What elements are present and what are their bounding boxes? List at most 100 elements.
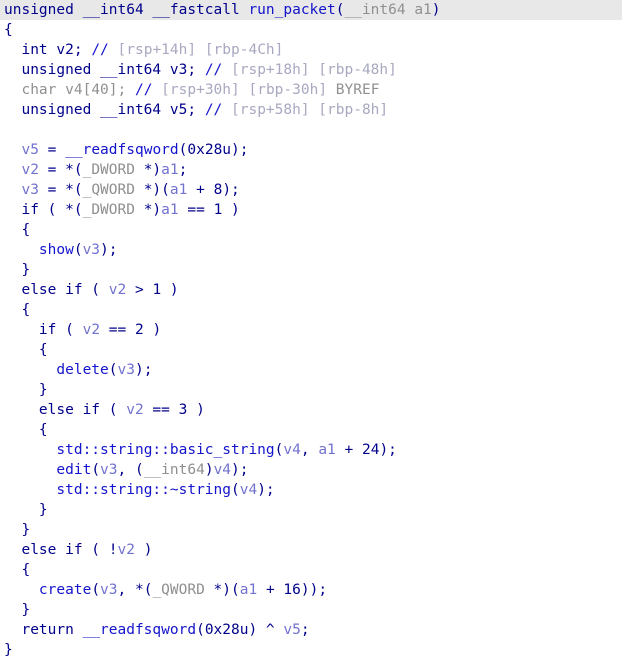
token-var[interactable]: v2 bbox=[126, 402, 143, 418]
token-var[interactable]: v5 bbox=[21, 142, 38, 158]
code-line[interactable]: if ( v2 == 2 ) bbox=[0, 320, 622, 340]
token-fn[interactable]: // bbox=[205, 62, 222, 78]
token-cmt: [rsp+58h] [rbp-8h] bbox=[222, 102, 389, 118]
token-var[interactable]: v2 bbox=[109, 282, 126, 298]
code-line[interactable]: std::string::~string(v4); bbox=[0, 480, 622, 500]
code-line[interactable]: int v2; // [rsp+14h] [rbp-4Ch] bbox=[0, 40, 622, 60]
code-line[interactable]: v5 = __readfsqword(0x28u); bbox=[0, 140, 622, 160]
token-var[interactable]: v5 bbox=[283, 622, 300, 638]
token-num: 1 bbox=[213, 202, 223, 218]
token-fn[interactable]: // bbox=[91, 42, 108, 58]
token-fn[interactable]: __readfsqword bbox=[65, 142, 179, 158]
token-fn[interactable]: edit bbox=[56, 462, 91, 478]
code-line[interactable]: } bbox=[0, 640, 622, 660]
code-line[interactable]: { bbox=[0, 20, 622, 40]
token-fn[interactable]: run_packet bbox=[248, 2, 335, 18]
token-punc: { bbox=[21, 562, 31, 578]
token-var[interactable]: v2 bbox=[118, 542, 135, 558]
code-line[interactable]: else if ( !v2 ) bbox=[0, 540, 622, 560]
code-line[interactable]: v3 = *(_QWORD *)(a1 + 8); bbox=[0, 180, 622, 200]
token-var[interactable]: v2 bbox=[83, 322, 100, 338]
token-var[interactable]: a1 bbox=[318, 442, 335, 458]
token-fn[interactable]: // bbox=[205, 102, 222, 118]
code-line[interactable]: delete(v3); bbox=[0, 360, 622, 380]
token-num: 0x28u bbox=[204, 622, 249, 638]
code-line[interactable]: v2 = *(_DWORD *)a1; bbox=[0, 160, 622, 180]
token-var[interactable]: v3 bbox=[21, 182, 38, 198]
token-punc: ); bbox=[231, 462, 249, 478]
token-punc: , bbox=[300, 442, 319, 458]
code-line[interactable]: create(v3, *(_QWORD *)(a1 + 16)); bbox=[0, 580, 622, 600]
code-line[interactable]: { bbox=[0, 420, 622, 440]
token-var[interactable]: v3 bbox=[83, 242, 100, 258]
token-punc: ( bbox=[100, 402, 127, 418]
token-var[interactable]: a1 bbox=[240, 582, 257, 598]
token-punc: ) bbox=[222, 202, 240, 218]
token-punc: + bbox=[257, 582, 284, 598]
token-punc: ); bbox=[257, 482, 275, 498]
token-kw: if bbox=[21, 202, 39, 218]
code-line[interactable]: } bbox=[0, 500, 622, 520]
code-line[interactable]: } bbox=[0, 520, 622, 540]
token-punc: ( bbox=[82, 282, 109, 298]
token-var[interactable]: a1 bbox=[161, 162, 178, 178]
token-punc: ; bbox=[178, 162, 188, 178]
token-type: _QWORD bbox=[82, 182, 144, 198]
code-line[interactable]: show(v3); bbox=[0, 240, 622, 260]
token-fn[interactable]: __readfsqword bbox=[83, 622, 197, 638]
token-fn[interactable]: std::string::basic_string bbox=[56, 442, 274, 458]
token-var[interactable]: a1 bbox=[161, 202, 178, 218]
token-var[interactable]: v4 bbox=[214, 462, 231, 478]
code-line[interactable]: char v4[40]; // [rsp+30h] [rbp-30h] BYRE… bbox=[0, 80, 622, 100]
token-var[interactable]: v2 bbox=[21, 162, 38, 178]
code-line[interactable]: unsigned __int64 v3; // [rsp+18h] [rbp-4… bbox=[0, 60, 622, 80]
token-var[interactable]: v4 bbox=[283, 442, 300, 458]
code-line[interactable]: } bbox=[0, 380, 622, 400]
code-line[interactable] bbox=[0, 120, 622, 140]
token-kw: else if bbox=[38, 402, 101, 418]
token-var[interactable]: v4 bbox=[240, 482, 257, 498]
token-fn[interactable]: std::string::~string bbox=[56, 482, 231, 498]
code-line[interactable]: else if ( v2 == 3 ) bbox=[0, 400, 622, 420]
token-fn[interactable]: create bbox=[39, 582, 91, 598]
code-line[interactable]: { bbox=[0, 220, 622, 240]
token-punc: ); bbox=[379, 442, 397, 458]
token-cmt: [rsp+18h] [rbp-48h] bbox=[222, 62, 397, 78]
token-var[interactable]: v3 bbox=[100, 462, 117, 478]
pseudocode-view[interactable]: unsigned __int64 __fastcall run_packet(_… bbox=[0, 0, 622, 665]
code-line[interactable]: } bbox=[0, 600, 622, 620]
token-punc: ) bbox=[161, 282, 179, 298]
token-fn[interactable]: show bbox=[39, 242, 74, 258]
token-dim: v4[40] bbox=[65, 82, 118, 98]
token-var[interactable]: v3 bbox=[118, 362, 135, 378]
token-punc: *)( bbox=[143, 182, 170, 198]
token-kw: int bbox=[21, 42, 57, 58]
code-line[interactable]: unsigned __int64 v5; // [rsp+58h] [rbp-8… bbox=[0, 100, 622, 120]
token-punc: } bbox=[21, 602, 31, 618]
code-line[interactable]: { bbox=[0, 560, 622, 580]
code-line[interactable]: { bbox=[0, 300, 622, 320]
token-punc: ( bbox=[73, 242, 83, 258]
code-line[interactable]: edit(v3, (__int64)v4); bbox=[0, 460, 622, 480]
code-line[interactable]: return __readfsqword(0x28u) ^ v5; bbox=[0, 620, 622, 640]
token-var[interactable]: a1 bbox=[170, 182, 187, 198]
token-kw: return bbox=[21, 622, 83, 638]
code-line[interactable]: else if ( v2 > 1 ) bbox=[0, 280, 622, 300]
code-line[interactable]: std::string::basic_string(v4, a1 + 24); bbox=[0, 440, 622, 460]
code-line-current[interactable]: unsigned __int64 __fastcall run_packet(_… bbox=[0, 0, 622, 20]
code-line[interactable]: if ( *(_DWORD *)a1 == 1 ) bbox=[0, 200, 622, 220]
token-fn[interactable]: // bbox=[135, 82, 152, 98]
code-line[interactable]: } bbox=[0, 260, 622, 280]
token-fn[interactable]: delete bbox=[56, 362, 108, 378]
token-var[interactable]: v3 bbox=[100, 582, 117, 598]
code-line[interactable]: { bbox=[0, 340, 622, 360]
token-kw: else if bbox=[21, 542, 83, 558]
token-num: 8 bbox=[213, 182, 223, 198]
token-punc: ) bbox=[431, 2, 441, 18]
